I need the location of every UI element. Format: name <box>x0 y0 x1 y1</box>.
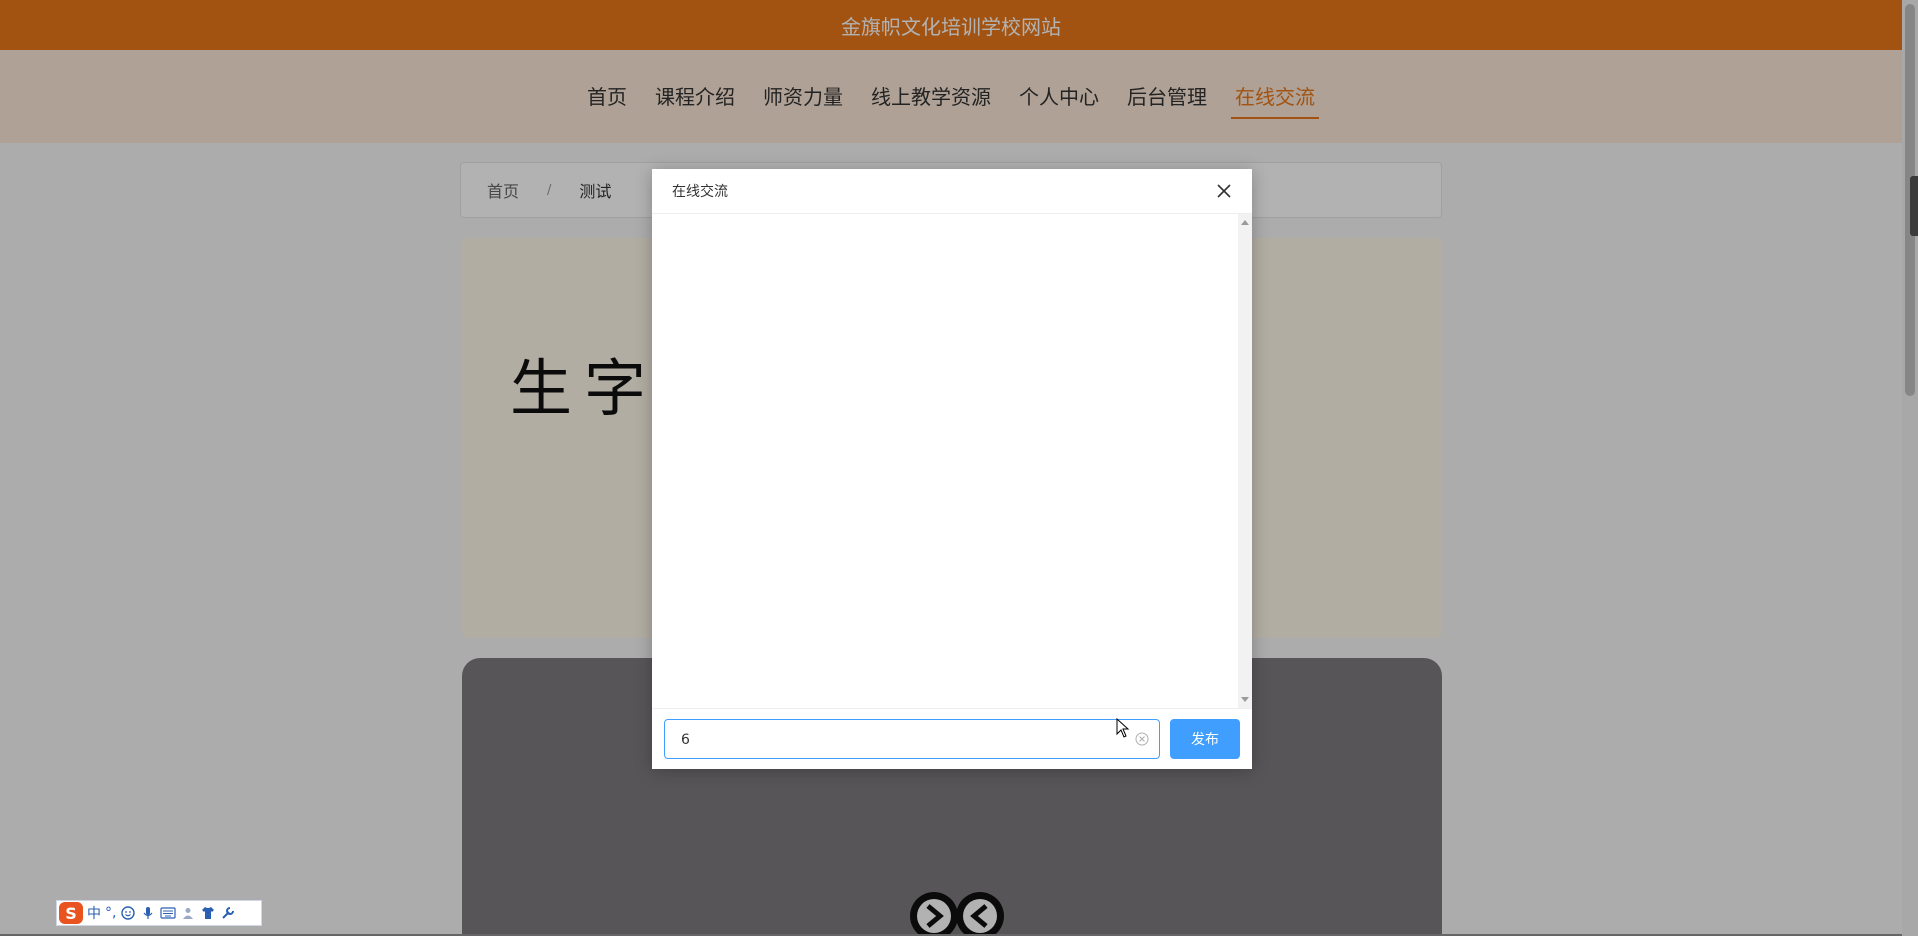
online-chat-dialog: 在线交流 发布 <box>652 169 1252 769</box>
microphone-icon[interactable] <box>140 905 156 921</box>
dialog-title: 在线交流 <box>672 184 728 200</box>
dialog-close-button[interactable] <box>1212 179 1236 203</box>
mouse-cursor-icon <box>1116 718 1130 738</box>
ime-toolbar: S 中 °, <box>56 900 262 926</box>
keyboard-icon[interactable] <box>160 905 177 921</box>
scroll-up-arrow-icon[interactable] <box>1241 220 1249 225</box>
user-icon[interactable] <box>180 905 196 921</box>
chat-scrollbar[interactable] <box>1238 214 1252 708</box>
close-icon <box>1217 184 1231 198</box>
dialog-header: 在线交流 <box>652 169 1252 214</box>
ime-logo-icon[interactable]: S <box>59 902 83 924</box>
emoji-icon[interactable] <box>120 905 136 921</box>
ime-punctuation-toggle[interactable]: °, <box>105 905 116 921</box>
scroll-down-arrow-icon[interactable] <box>1241 697 1249 702</box>
clear-input-icon[interactable] <box>1135 732 1149 746</box>
skin-shirt-icon[interactable] <box>200 905 216 921</box>
wrench-icon[interactable] <box>220 905 236 921</box>
message-input-wrapper <box>664 719 1160 760</box>
chat-message-area[interactable] <box>652 214 1252 709</box>
message-input[interactable] <box>679 720 1123 760</box>
dialog-footer: 发布 <box>664 719 1240 760</box>
publish-button[interactable]: 发布 <box>1170 719 1240 759</box>
ime-mode-toggle[interactable]: 中 <box>87 903 101 923</box>
